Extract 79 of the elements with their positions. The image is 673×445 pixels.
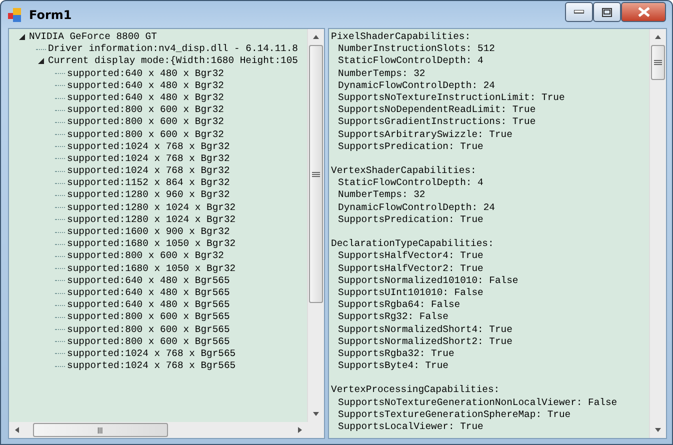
property-line: SupportsByte4: True	[337, 360, 450, 372]
property-line: SupportsUInt101010: False	[337, 286, 484, 300]
property-line: SupportsRg32: False	[337, 311, 450, 324]
tree-node-label[interactable]: NVIDIA GeForce 8800 GT	[29, 31, 157, 44]
property-line: SupportsArbitrarySwizzle: True	[337, 128, 514, 141]
maximize-icon	[602, 8, 612, 16]
tree-node-label[interactable]: supported:1280 x 1024 x Bgr32	[67, 202, 236, 214]
tree-node-label[interactable]: supported:1680 x 1050 x Bgr32	[67, 238, 236, 250]
tree-node-label[interactable]: supported:800 x 600 x Bgr565	[67, 336, 230, 348]
grip-icon	[312, 170, 320, 178]
collapse-icon[interactable]	[17, 32, 27, 42]
property-line: SupportsNormalizedShort2: True	[337, 336, 514, 348]
minimize-button[interactable]	[565, 2, 593, 22]
property-line: SupportsNormalized101010: False	[337, 274, 520, 287]
scroll-thumb[interactable]	[651, 45, 665, 80]
property-line: SupportsNormalizedShort4: True	[337, 324, 514, 336]
tree-node-label[interactable]: Current display mode:{Width:1680 Height:105	[48, 55, 298, 68]
tree-node-label[interactable]: supported:640 x 480 x Bgr32	[67, 80, 224, 92]
property-line: SupportsNoTextureInstructionLimit: True	[337, 92, 566, 104]
vertical-scrollbar[interactable]	[307, 29, 324, 422]
maximize-button[interactable]	[593, 2, 621, 22]
scroll-thumb[interactable]	[309, 45, 324, 303]
minimize-icon	[574, 10, 584, 14]
property-line: StaticFlowControlDepth: 4	[337, 55, 484, 68]
property-line: SupportsNoDependentReadLimit: True	[337, 104, 537, 116]
property-line: DynamicFlowControlDepth: 24	[337, 80, 496, 92]
tree-node-label[interactable]: supported:640 x 480 x Bgr32	[67, 68, 224, 80]
tree-node-label[interactable]: supported:1024 x 768 x Bgr32	[67, 165, 230, 178]
scroll-thumb[interactable]	[33, 423, 168, 437]
tree-node-label[interactable]: supported:1024 x 768 x Bgr565	[67, 348, 236, 360]
close-icon	[638, 7, 650, 17]
section-heading: VertexShaderCapabilities:	[331, 165, 478, 178]
vertical-scrollbar[interactable]	[649, 29, 666, 438]
horizontal-scrollbar[interactable]	[9, 422, 324, 438]
tree-node-label[interactable]: supported:640 x 480 x Bgr565	[67, 299, 230, 312]
tree-node-label[interactable]: supported:1024 x 768 x Bgr565	[67, 360, 236, 372]
tree-node-label[interactable]: supported:800 x 600 x Bgr565	[67, 311, 230, 324]
property-line: NumberInstructionSlots: 512	[337, 43, 496, 56]
property-line: SupportsRgba32: True	[337, 348, 456, 360]
tree-node-label[interactable]: supported:1680 x 1050 x Bgr32	[67, 262, 236, 275]
tree-node-label[interactable]: supported:640 x 480 x Bgr32	[67, 92, 224, 104]
tree-node-label[interactable]: supported:1600 x 900 x Bgr32	[67, 226, 230, 238]
tree-node-label[interactable]: supported:1152 x 864 x Bgr32	[67, 177, 230, 190]
tree-node-label[interactable]: supported:800 x 600 x Bgr32	[67, 250, 224, 263]
tree-node-label[interactable]: supported:800 x 600 x Bgr32	[67, 116, 224, 129]
tree-node-label[interactable]: supported:1024 x 768 x Bgr32	[67, 140, 230, 153]
property-line: NumberTemps: 32	[337, 68, 426, 80]
property-line: SupportsLocalViewer: True	[337, 421, 484, 434]
window-title: Form1	[29, 8, 73, 22]
property-line: NumberTemps: 32	[337, 189, 426, 202]
section-heading: VertexProcessingCapabilities:	[331, 384, 501, 397]
grip-icon	[97, 426, 104, 434]
tree-node-label[interactable]: supported:640 x 480 x Bgr565	[67, 286, 230, 300]
property-line: StaticFlowControlDepth: 4	[337, 177, 484, 190]
tree-node-label[interactable]: supported:1280 x 960 x Bgr32	[67, 189, 230, 202]
property-line: SupportsHalfVector4: True	[337, 250, 484, 263]
property-line: SupportsNoTextureGenerationNonLocalViewer: False	[337, 396, 618, 409]
property-line: SupportsRgba64: False	[337, 299, 462, 312]
tree-view[interactable]	[8, 28, 326, 439]
tree-node-label[interactable]: supported:800 x 600 x Bgr32	[67, 104, 224, 116]
grip-icon	[654, 59, 662, 66]
app-icon	[7, 6, 23, 22]
collapse-icon[interactable]	[36, 56, 46, 66]
section-heading: DeclarationTypeCapabilities:	[331, 238, 495, 250]
details-text-box[interactable]	[328, 28, 667, 439]
tree-node-label[interactable]: supported:1024 x 768 x Bgr32	[67, 152, 230, 166]
property-line: SupportsHalfVector2: True	[337, 262, 484, 275]
close-button[interactable]	[621, 2, 666, 22]
property-line: SupportsGradientInstructions: True	[337, 116, 537, 128]
tree-node-label[interactable]: supported:1280 x 1024 x Bgr32	[67, 214, 236, 226]
tree-node-label[interactable]: supported:800 x 600 x Bgr32	[67, 128, 224, 141]
property-line: SupportsPredication: True	[337, 214, 484, 226]
tree-node-label[interactable]: Driver information:nv4_disp.dll - 6.14.11.8	[48, 43, 298, 56]
property-line: SupportsTextureGenerationSphereMap: True	[337, 408, 572, 421]
property-line: DynamicFlowControlDepth: 24	[337, 202, 496, 214]
tree-node-label[interactable]: supported:640 x 480 x Bgr565	[67, 274, 230, 287]
tree-node-label[interactable]: supported:800 x 600 x Bgr565	[67, 324, 230, 336]
section-heading: PixelShaderCapabilities:	[331, 31, 472, 44]
property-line: SupportsPredication: True	[337, 140, 484, 153]
